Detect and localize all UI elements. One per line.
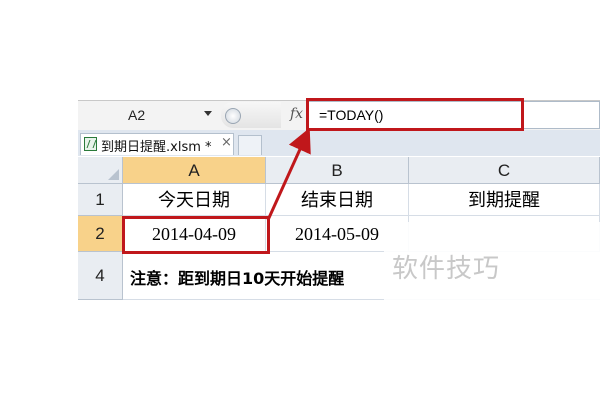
annotation-arrow <box>266 127 311 221</box>
annotation-arrow-line <box>266 127 311 221</box>
